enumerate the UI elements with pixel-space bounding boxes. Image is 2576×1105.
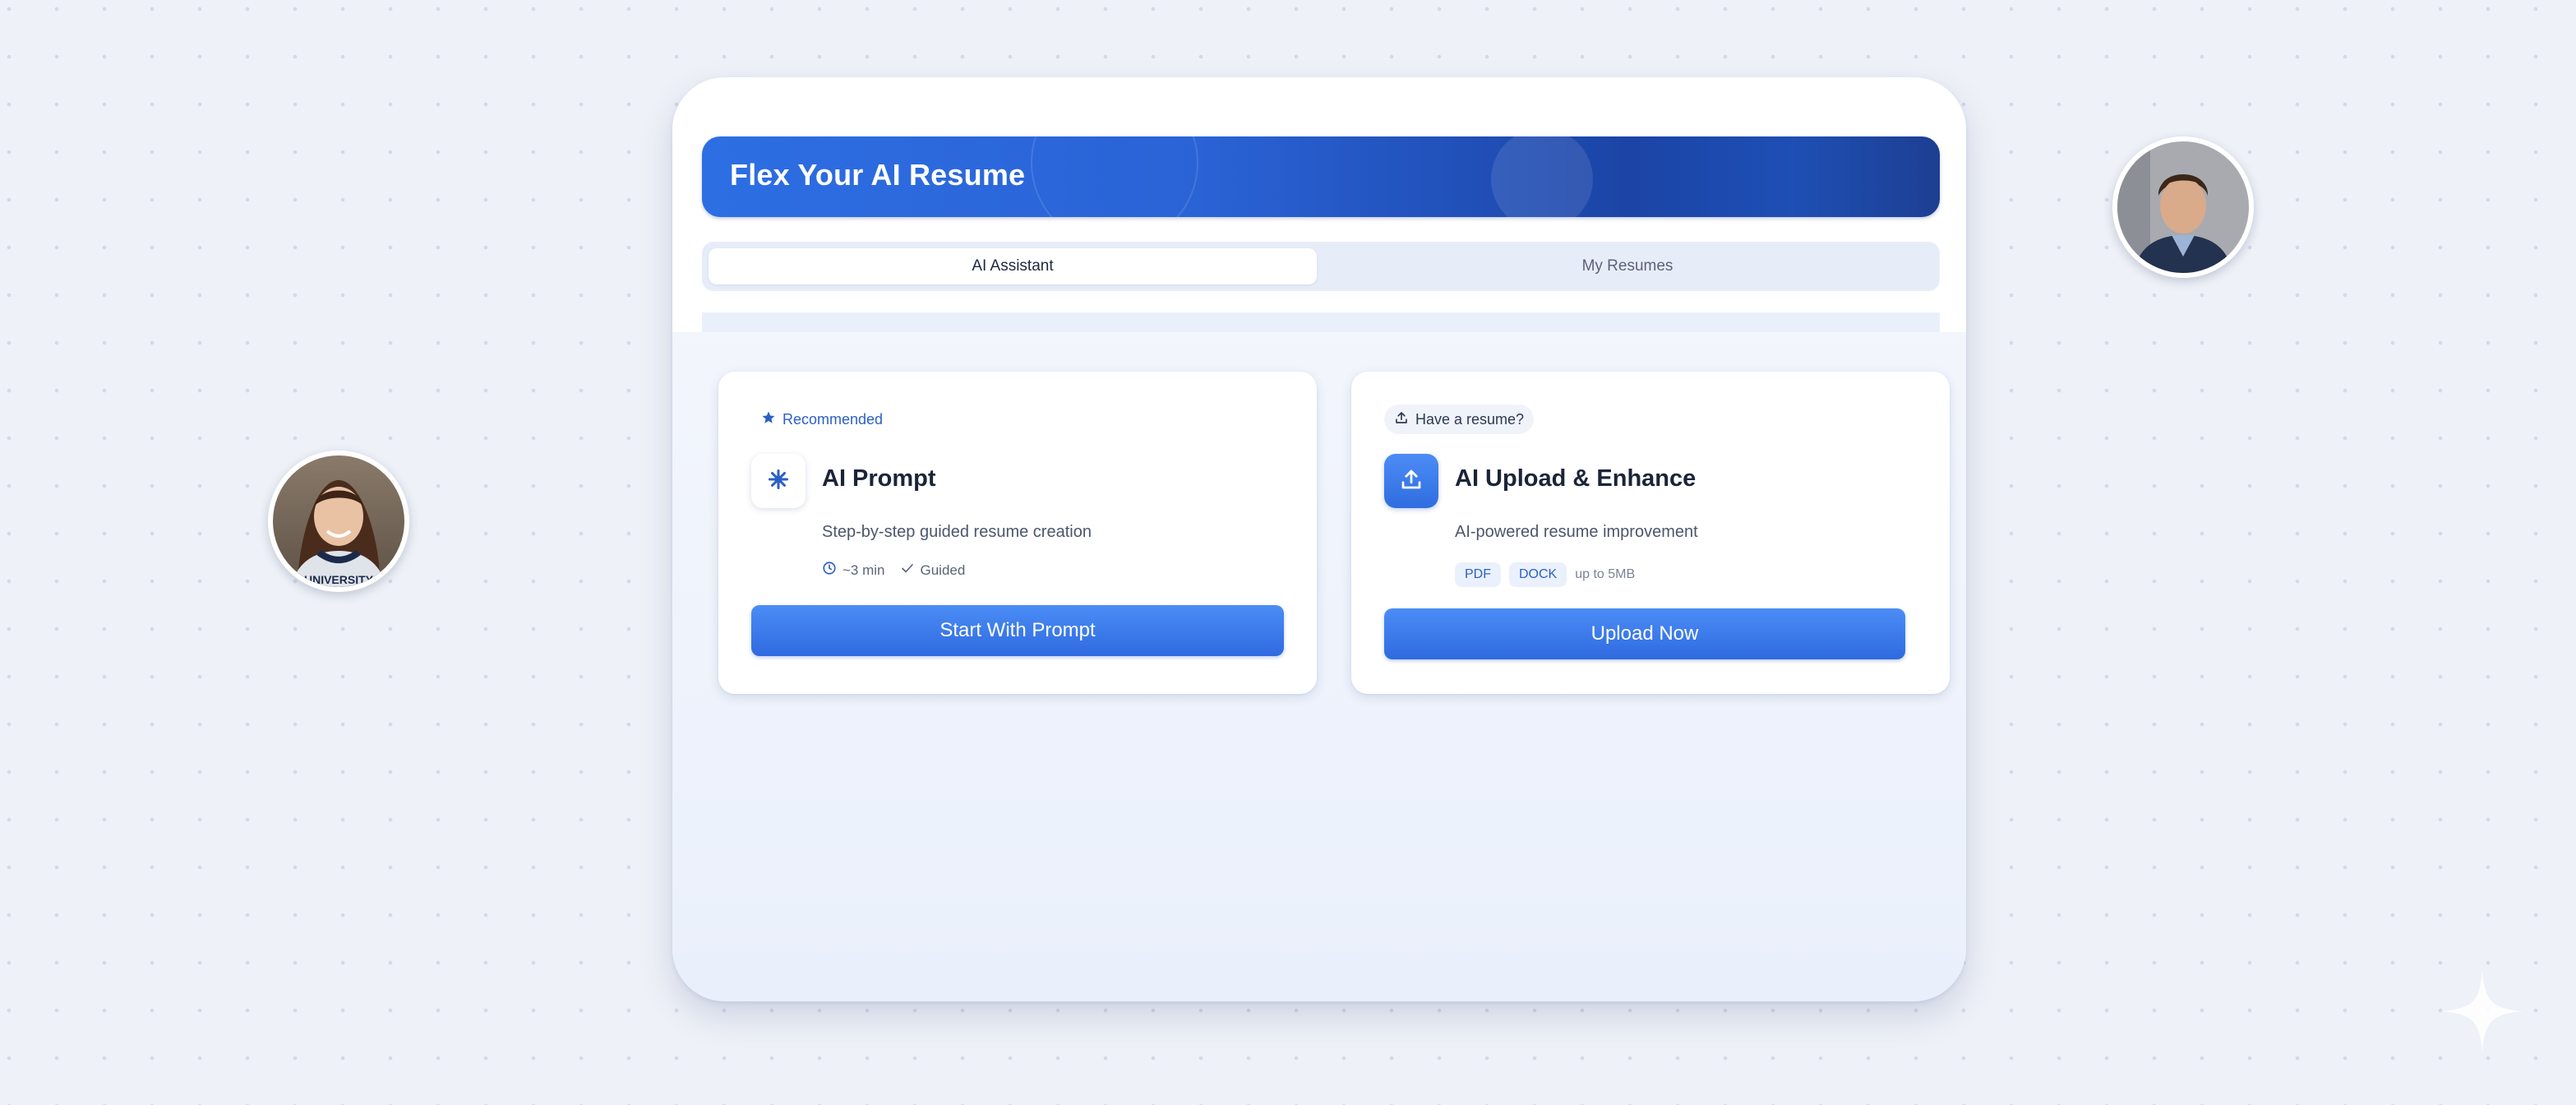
tab-bar: AI Assistant My Resumes [702,242,1940,291]
upload-now-button[interactable]: Upload Now [1384,608,1905,659]
have-resume-badge: Have a resume? [1384,405,1535,434]
clock-icon [822,561,837,580]
duration-meta: ~3 min [822,561,885,580]
upload-icon [1399,467,1424,496]
have-resume-label: Have a resume? [1415,410,1525,428]
tab-ai-assistant[interactable]: AI Assistant [709,248,1317,284]
format-tag-dock: DOCK [1509,562,1567,587]
svg-text:UNIVERSITY: UNIVERSITY [304,573,374,586]
user-avatar-male [2112,136,2254,278]
guided-meta: Guided [900,561,966,580]
sparkle-icon [767,468,790,495]
duration-label: ~3 min [843,562,885,578]
ai-prompt-meta: ~3 min Guided [822,561,965,580]
tab-my-resumes[interactable]: My Resumes [1323,248,1932,284]
file-format-meta: PDF DOCK up to 5MB [1455,562,1635,587]
recommended-badge: Recommended [751,405,893,434]
ai-upload-description: AI-powered resume improvement [1455,523,1698,541]
upload-icon-tile [1384,454,1438,508]
sparkle-decoration-icon [2441,970,2523,1056]
file-size-note: up to 5MB [1575,567,1636,581]
start-with-prompt-button[interactable]: Start With Prompt [751,605,1284,656]
check-icon [900,561,915,580]
guided-label: Guided [920,562,966,578]
ai-prompt-card: Recommended AI Prompt Step-by-step guide… [718,372,1317,694]
recommended-label: Recommended [782,410,884,428]
header-banner: Flex Your AI Resume [702,136,1940,217]
content-divider [702,312,1940,332]
ai-prompt-title: AI Prompt [822,465,936,492]
page-title: Flex Your AI Resume [730,158,1026,192]
upload-icon [1394,410,1409,429]
ai-upload-title: AI Upload & Enhance [1455,465,1697,492]
format-tag-pdf: PDF [1455,562,1501,587]
banner-decoration-circle [1491,136,1593,217]
banner-decoration-ring [1031,136,1198,217]
star-icon [761,410,776,429]
ai-prompt-description: Step-by-step guided resume creation [822,523,1092,541]
prompt-icon-tile [751,454,806,508]
ai-upload-card: Have a resume? AI Upload & Enhance AI-po… [1351,372,1950,694]
user-avatar-female: UNIVERSITY [268,451,409,592]
